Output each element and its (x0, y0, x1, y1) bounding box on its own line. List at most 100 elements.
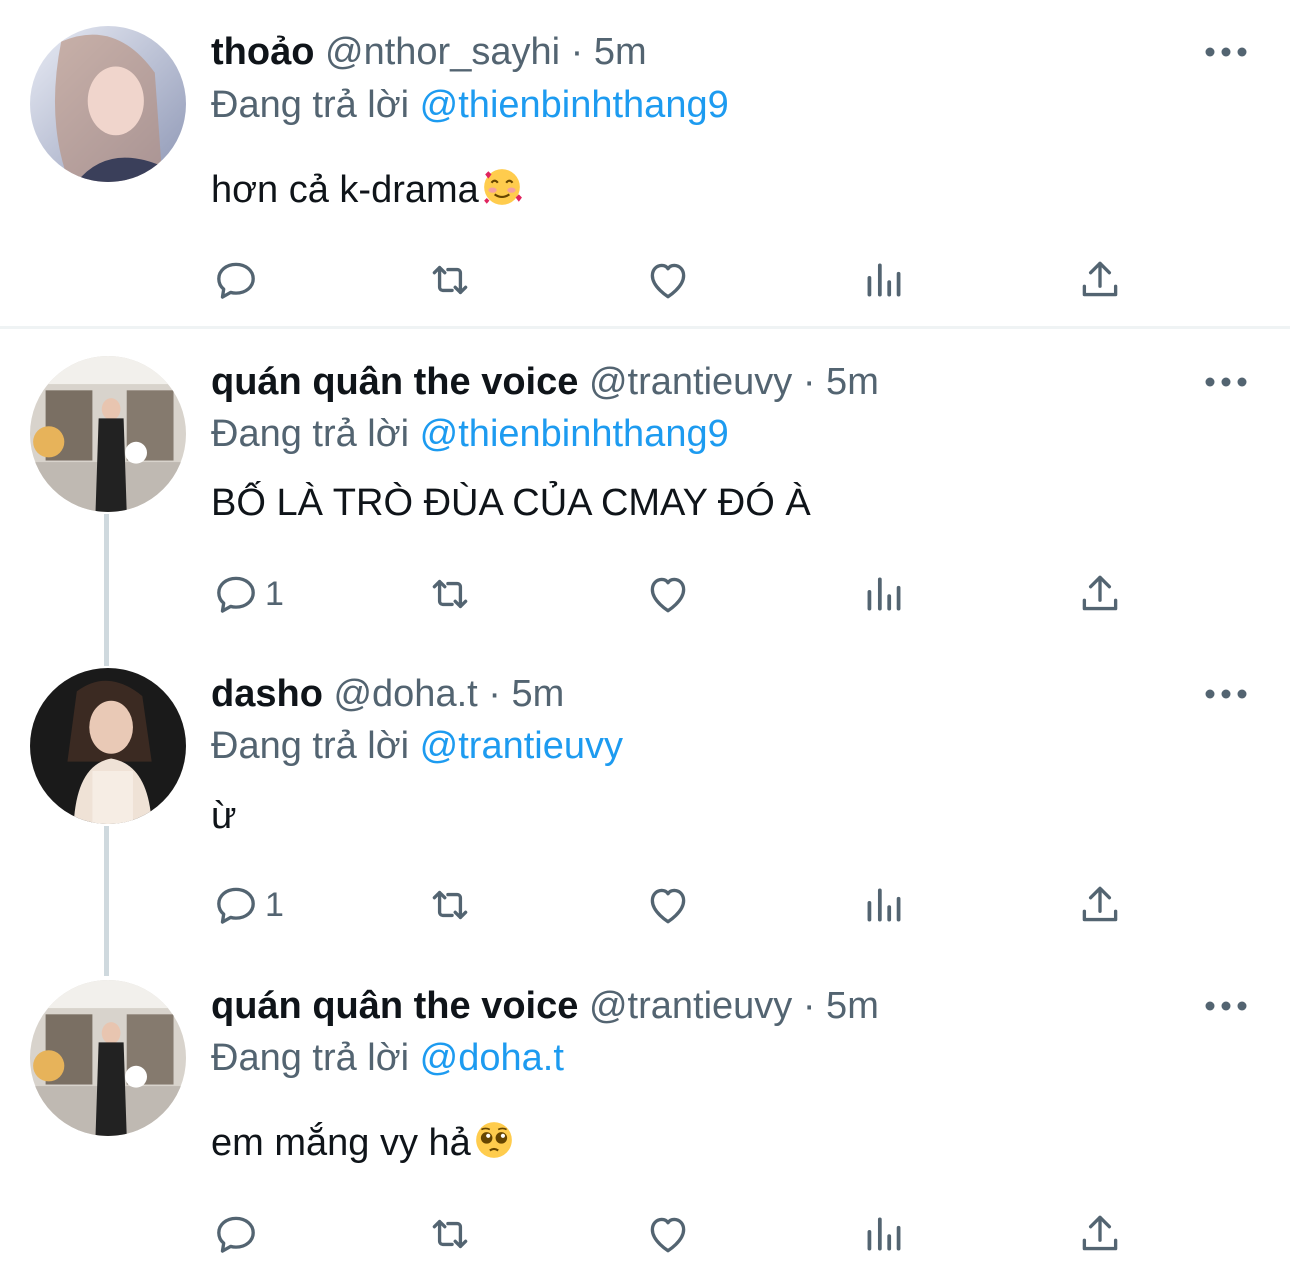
timestamp[interactable]: · 5m (571, 31, 647, 73)
heart-icon (650, 1217, 686, 1253)
handle[interactable]: @trantieuvy (589, 361, 792, 403)
reply-button[interactable] (211, 252, 265, 308)
avatar[interactable] (30, 668, 186, 824)
tweet-actions (211, 1206, 1171, 1262)
mention-link[interactable]: @doha.t (420, 1037, 564, 1079)
tweet[interactable]: quán quân the voice @trantieuvy · 5m Đan… (0, 980, 1290, 1262)
tweet-actions (211, 252, 1171, 308)
reply-button[interactable]: 1 (211, 566, 284, 622)
replying-to-label: Đang trả lời (211, 725, 410, 767)
avatar[interactable] (30, 26, 186, 182)
views-button[interactable] (859, 252, 909, 308)
replying-to-label: Đang trả lời (211, 413, 410, 455)
speech-bubble-icon (217, 262, 255, 299)
timestamp[interactable]: · 5m (488, 673, 564, 715)
avatar-image (30, 356, 186, 512)
replying-to: Đang trả lời @thienbinhthang9 (211, 408, 729, 460)
bar-chart-icon (867, 1217, 901, 1251)
display-name[interactable]: quán quân the voice (211, 985, 578, 1027)
more-options-button[interactable] (1204, 42, 1248, 62)
share-upload-icon (1082, 575, 1118, 611)
speech-bubble-icon (217, 1216, 255, 1253)
handle[interactable]: @doha.t (333, 673, 477, 715)
share-upload-icon (1082, 261, 1118, 297)
tweet[interactable]: dasho @doha.t · 5m Đang trả lời @trantie… (0, 668, 1290, 958)
retweet-icon (432, 265, 468, 295)
like-button[interactable] (643, 1206, 693, 1262)
retweet-icon (432, 890, 468, 920)
share-upload-icon (1082, 1215, 1118, 1251)
share-button[interactable] (1075, 252, 1125, 308)
replying-to: Đang trả lời @thienbinhthang9 (211, 79, 729, 131)
tweet-actions: 1 (211, 566, 1171, 622)
more-options-button[interactable] (1204, 996, 1248, 1016)
speech-bubble-icon (217, 887, 255, 924)
tweet-header: dasho @doha.t · 5m (211, 668, 564, 720)
like-button[interactable] (643, 877, 693, 933)
more-dots-icon (1205, 47, 1247, 57)
timestamp[interactable]: · 5m (803, 361, 879, 403)
display-name[interactable]: dasho (211, 673, 323, 715)
tweet-text: ừ (211, 790, 236, 842)
share-button[interactable] (1075, 877, 1125, 933)
tweet-text: BỐ LÀ TRÒ ĐÙA CỦA CMAY ĐÓ À (211, 477, 811, 529)
pleading-face-icon (475, 1122, 512, 1158)
bar-chart-icon (867, 577, 901, 611)
more-options-button[interactable] (1204, 684, 1248, 704)
speech-bubble-icon (217, 576, 255, 613)
reply-button[interactable]: 1 (211, 877, 284, 933)
avatar-image (30, 980, 186, 1136)
tweet-divider (0, 326, 1290, 329)
heart-icon (650, 577, 686, 613)
tweet-text-content: em mắng vy hả (211, 1122, 471, 1164)
more-dots-icon (1205, 689, 1247, 699)
handle[interactable]: @trantieuvy (589, 985, 792, 1027)
tweet-text: hơn cả k-drama (211, 164, 523, 216)
like-button[interactable] (643, 252, 693, 308)
smiling-face-with-hearts-icon (483, 169, 522, 205)
avatar-image (30, 668, 186, 824)
heart-icon (650, 263, 686, 299)
heart-icon (650, 888, 686, 924)
avatar[interactable] (30, 356, 186, 512)
share-button[interactable] (1075, 1206, 1125, 1262)
display-name[interactable]: thoảo (211, 31, 314, 73)
mention-link[interactable]: @trantieuvy (420, 725, 623, 767)
avatar[interactable] (30, 980, 186, 1136)
tweet-header: quán quân the voice @trantieuvy · 5m (211, 356, 879, 408)
tweet[interactable]: thoảo @nthor_sayhi · 5m Đang trả lời @th… (0, 26, 1290, 326)
retweet-button[interactable] (425, 566, 475, 622)
reply-count: 1 (265, 885, 284, 924)
tweet-text-content: hơn cả k-drama (211, 169, 479, 211)
tweet[interactable]: quán quân the voice @trantieuvy · 5m Đan… (0, 356, 1290, 646)
replying-to: Đang trả lời @doha.t (211, 1032, 564, 1084)
tweet-actions: 1 (211, 877, 1171, 933)
views-button[interactable] (859, 566, 909, 622)
views-button[interactable] (859, 1206, 909, 1262)
timestamp[interactable]: · 5m (803, 985, 879, 1027)
like-button[interactable] (643, 566, 693, 622)
views-button[interactable] (859, 877, 909, 933)
retweet-button[interactable] (425, 1206, 475, 1262)
replying-to-label: Đang trả lời (211, 1037, 410, 1079)
tweet-text-content: BỐ LÀ TRÒ ĐÙA CỦA CMAY ĐÓ À (211, 482, 811, 524)
mention-link[interactable]: @thienbinhthang9 (420, 84, 729, 126)
share-button[interactable] (1075, 566, 1125, 622)
tweet-text-content: ừ (211, 795, 237, 837)
tweet-header: thoảo @nthor_sayhi · 5m (211, 26, 647, 78)
display-name[interactable]: quán quân the voice (211, 361, 578, 403)
retweet-button[interactable] (425, 877, 475, 933)
reply-count: 1 (265, 574, 284, 613)
reply-button[interactable] (211, 1206, 265, 1262)
replying-to-label: Đang trả lời (211, 84, 410, 126)
more-dots-icon (1205, 1001, 1247, 1011)
retweet-icon (432, 579, 468, 609)
more-options-button[interactable] (1204, 372, 1248, 392)
retweet-button[interactable] (425, 252, 475, 308)
tweet-text: em mắng vy hả (211, 1117, 515, 1169)
tweet-header: quán quân the voice @trantieuvy · 5m (211, 980, 879, 1032)
bar-chart-icon (867, 888, 901, 922)
mention-link[interactable]: @thienbinhthang9 (420, 413, 729, 455)
handle[interactable]: @nthor_sayhi (325, 31, 560, 73)
more-dots-icon (1205, 377, 1247, 387)
